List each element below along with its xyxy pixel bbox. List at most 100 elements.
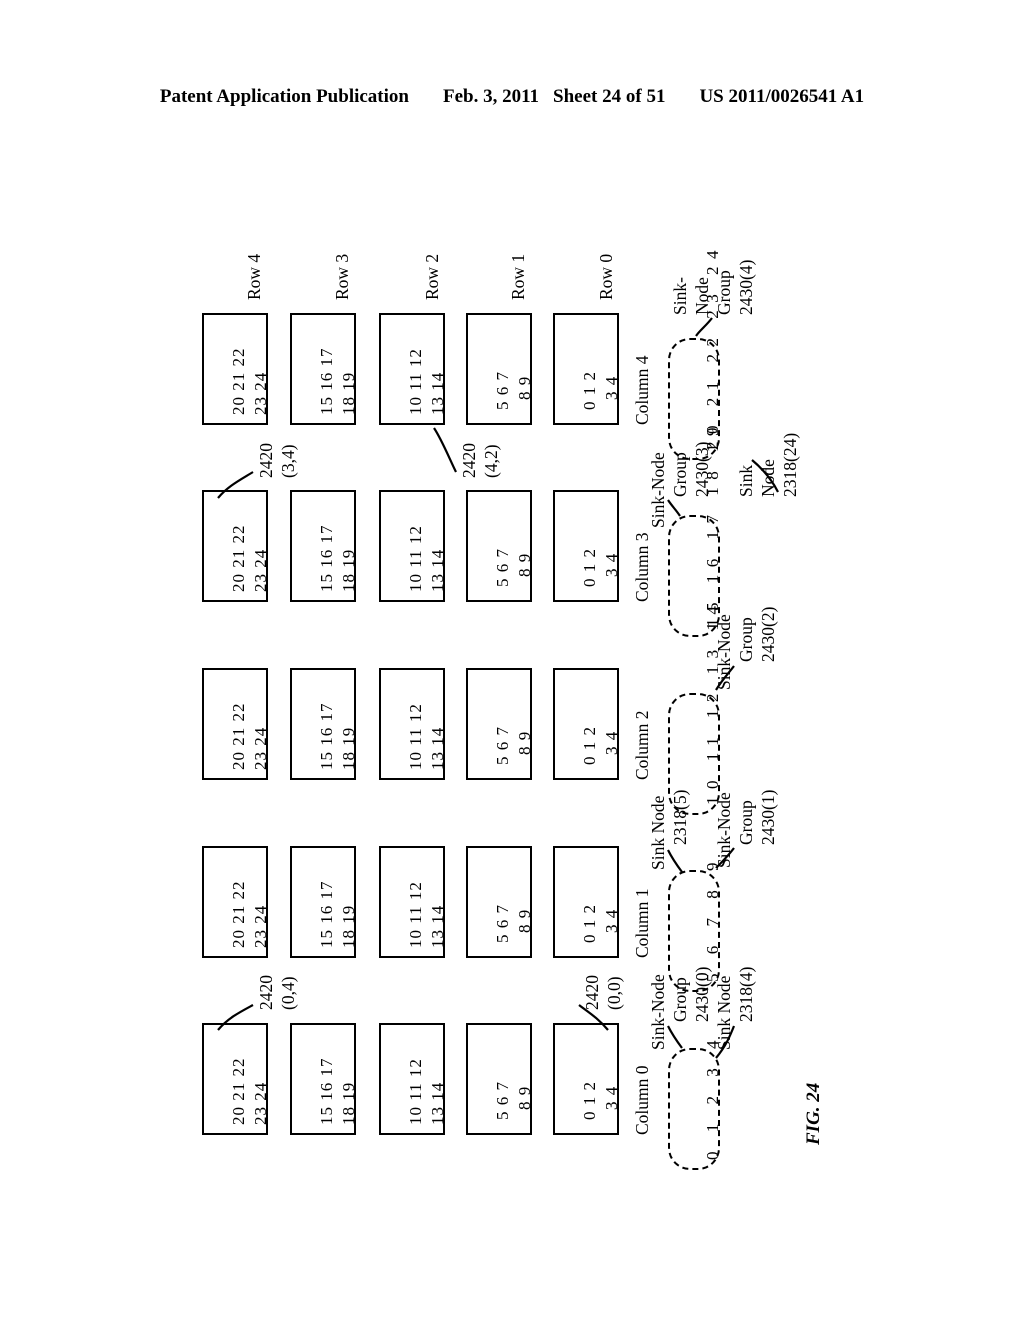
sink-node-group-2430-3-label-1: Sink-Node <box>648 452 668 528</box>
node-box-c2-r0[interactable]: 0 1 2 3 4 <box>553 668 621 780</box>
ref-line1: 2420 <box>256 975 276 1010</box>
ref-2420-0-0-coord: (0,0) <box>604 976 625 1010</box>
node-box-line2: 3 4 <box>602 552 621 577</box>
node-box-line2: 18 19 <box>339 726 358 770</box>
node-box-line1: 15 16 17 <box>317 1057 336 1126</box>
node-box-line2: 18 19 <box>339 548 358 592</box>
node-box-line1: 10 11 12 <box>406 703 425 770</box>
node-box-c4-r1[interactable]: 5 6 7 8 9 <box>466 313 534 425</box>
column-label-4: Column 4 <box>632 355 652 425</box>
node-box-line2: 23 24 <box>251 904 270 948</box>
row-label-0: Row 0 <box>596 253 616 300</box>
sink-node-group-2430-2-label-2: Group <box>736 617 756 662</box>
node-box-line1: 10 11 12 <box>406 525 425 592</box>
sink-node-group-2430-1-label-1: Sink-Node <box>714 792 734 868</box>
column-label-2: Column 2 <box>632 710 652 780</box>
ref-2420-3-4-coord: (3,4) <box>278 444 299 478</box>
node-box-line2: 3 4 <box>602 375 621 400</box>
column-label-3: Column 3 <box>632 532 652 602</box>
ref-2420-3-4: 2420 <box>256 443 277 478</box>
sink-node-group-2430-4-label-4: 2430(4) <box>736 259 756 315</box>
node-box-line2: 3 4 <box>602 730 621 755</box>
row-label-3: Row 3 <box>332 253 352 300</box>
node-box-c4-r4[interactable]: 20 21 22 23 24 <box>202 313 270 425</box>
node-box-line2: 13 14 <box>428 548 447 592</box>
ref-2420-0-4-coord: (0,4) <box>278 976 299 1010</box>
node-box-line2: 23 24 <box>251 371 270 415</box>
node-box-line1: 5 6 7 <box>493 904 512 943</box>
sink-node-group-2430-0-label-3: 2430(0) <box>692 966 712 1022</box>
node-box-c0-r3[interactable]: 15 16 17 18 19 <box>290 1023 358 1135</box>
node-box-line1: 0 1 2 <box>580 548 599 587</box>
node-box-c1-r2[interactable]: 10 11 12 13 14 <box>379 846 447 958</box>
node-box-c0-r4[interactable]: 20 21 22 23 24 <box>202 1023 270 1135</box>
ref-line2: (3,4) <box>278 444 298 478</box>
sink-node-2318-4-label-1: Sink Node <box>714 975 734 1050</box>
node-box-line1: 0 1 2 <box>580 904 599 943</box>
node-box-c4-r3[interactable]: 15 16 17 18 19 <box>290 313 358 425</box>
sink-node-group-2430-3-label-3: 2430(3) <box>692 441 712 497</box>
node-box-c1-r0[interactable]: 0 1 2 3 4 <box>553 846 621 958</box>
row-label-2: Row 2 <box>422 253 442 300</box>
node-box-line1: 5 6 7 <box>493 726 512 765</box>
node-box-line2: 18 19 <box>339 904 358 948</box>
node-box-c2-r1[interactable]: 5 6 7 8 9 <box>466 668 534 780</box>
node-box-line1: 15 16 17 <box>317 524 336 593</box>
node-box-c2-r3[interactable]: 15 16 17 18 19 <box>290 668 358 780</box>
node-box-line1: 0 1 2 <box>580 1081 599 1120</box>
sink-node-group-2430-4-label-1: Sink- <box>670 277 690 315</box>
ref-line1: 2420 <box>256 443 276 478</box>
ref-2420-4-2: 2420 <box>459 443 480 478</box>
ref-2420-0-4: 2420 <box>256 975 277 1010</box>
sink-node-2318-5-label-2: 2318(5) <box>670 789 690 845</box>
sink-node-2318-5-label-1: Sink Node <box>648 795 668 870</box>
node-box-c4-r2[interactable]: 10 11 12 13 14 <box>379 313 447 425</box>
node-box-c4-r0[interactable]: 0 1 2 3 4 <box>553 313 621 425</box>
node-box-line2: 23 24 <box>251 726 270 770</box>
node-box-line1: 20 21 22 <box>229 1057 248 1126</box>
column-label-0: Column 0 <box>632 1065 652 1135</box>
node-box-c3-r0[interactable]: 0 1 2 3 4 <box>553 490 621 602</box>
node-box-c2-r2[interactable]: 10 11 12 13 14 <box>379 668 447 780</box>
row-label-1: Row 1 <box>508 253 528 300</box>
node-box-line1: 20 21 22 <box>229 524 248 593</box>
node-box-c3-r3[interactable]: 15 16 17 18 19 <box>290 490 358 602</box>
node-box-line1: 0 1 2 <box>580 726 599 765</box>
node-box-line2: 8 9 <box>515 730 534 755</box>
node-box-c1-r3[interactable]: 15 16 17 18 19 <box>290 846 358 958</box>
node-box-line1: 20 21 22 <box>229 880 248 949</box>
node-box-c2-r4[interactable]: 20 21 22 23 24 <box>202 668 270 780</box>
node-box-line2: 23 24 <box>251 1081 270 1125</box>
node-box-c3-r4[interactable]: 20 21 22 23 24 <box>202 490 270 602</box>
node-box-line2: 23 24 <box>251 548 270 592</box>
sink-node-group-2430-3-label-2: Group <box>670 452 690 497</box>
node-box-line1: 10 11 12 <box>406 348 425 415</box>
ref-line2: (4,2) <box>481 444 501 478</box>
node-box-c0-r0[interactable]: 0 1 2 3 4 <box>553 1023 621 1135</box>
node-box-c3-r1[interactable]: 5 6 7 8 9 <box>466 490 534 602</box>
ref-line2: (0,0) <box>604 976 624 1010</box>
figure-24-drawing: Row 4 Row 3 Row 2 Row 1 Row 0 Column 4 C… <box>0 0 1024 1320</box>
node-box-line1: 5 6 7 <box>493 1081 512 1120</box>
ref-line2: (0,4) <box>278 976 298 1010</box>
node-box-c1-r1[interactable]: 5 6 7 8 9 <box>466 846 534 958</box>
sink-node-2318-24-label-1: Sink <box>736 464 756 497</box>
node-box-c3-r2[interactable]: 10 11 12 13 14 <box>379 490 447 602</box>
figure-number-label: FIG. 24 <box>803 1082 824 1145</box>
sink-node-group-2430-4-label-3: Group <box>714 270 734 315</box>
node-box-line1: 15 16 17 <box>317 880 336 949</box>
node-box-line2: 8 9 <box>515 908 534 933</box>
node-box-line1: 10 11 12 <box>406 1058 425 1125</box>
node-box-c1-r4[interactable]: 20 21 22 23 24 <box>202 846 270 958</box>
node-box-line2: 3 4 <box>602 1085 621 1110</box>
sink-node-group-2430-2-label-3: 2430(2) <box>758 606 778 662</box>
node-box-line2: 13 14 <box>428 726 447 770</box>
node-box-line1: 15 16 17 <box>317 347 336 416</box>
node-box-c0-r2[interactable]: 10 11 12 13 14 <box>379 1023 447 1135</box>
node-box-c0-r1[interactable]: 5 6 7 8 9 <box>466 1023 534 1135</box>
sink-group-members: 5 6 7 8 9 <box>703 855 722 982</box>
sink-node-2318-24-label-3: 2318(24) <box>780 432 800 497</box>
node-box-line1: 20 21 22 <box>229 702 248 771</box>
sink-node-group-2430-0[interactable]: 0 1 2 3 4 <box>668 1033 722 1170</box>
node-box-line2: 13 14 <box>428 1081 447 1125</box>
